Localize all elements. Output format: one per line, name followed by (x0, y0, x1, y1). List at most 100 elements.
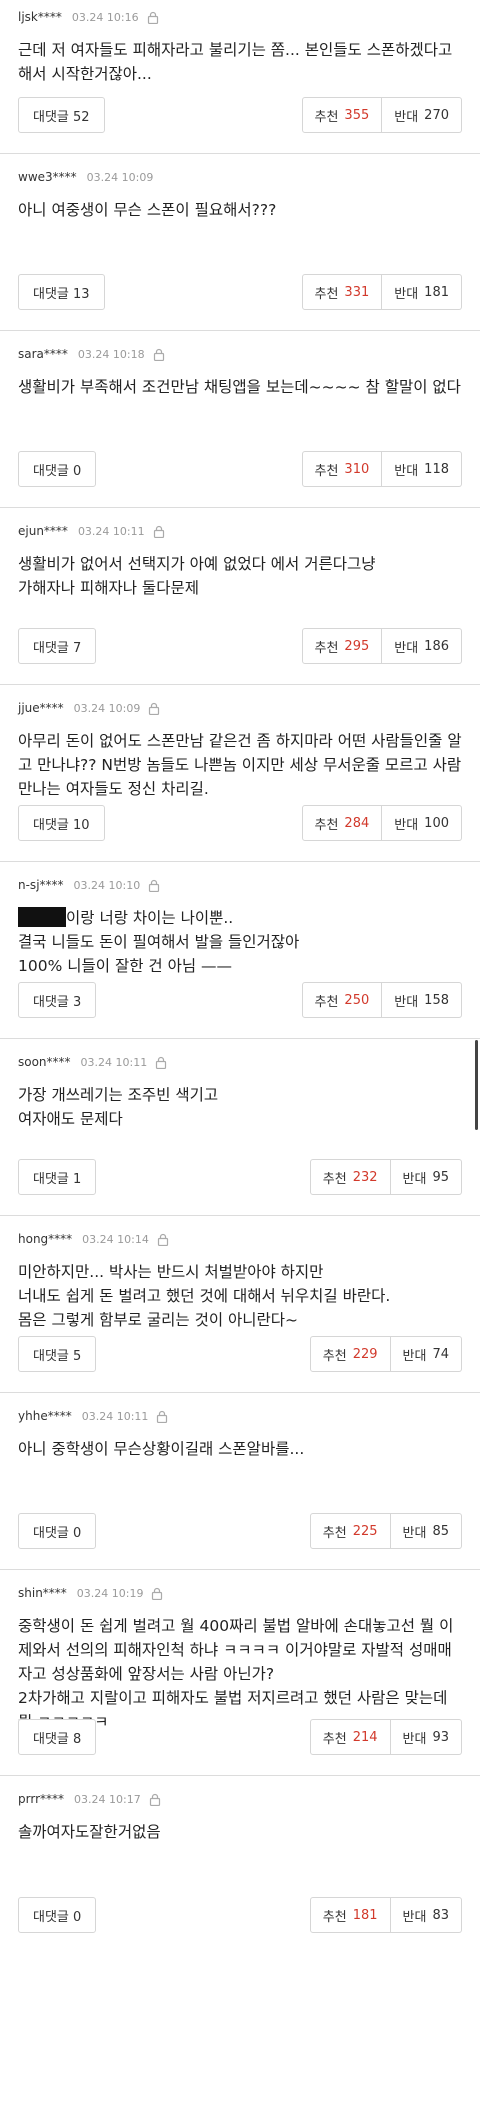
lock-icon[interactable] (149, 1793, 161, 1806)
comment-date: 03.24 10:09 (86, 170, 154, 184)
comment-author[interactable]: shin**** (18, 1586, 67, 1600)
comment-date: 03.24 10:16 (71, 10, 139, 24)
lock-icon[interactable] (153, 348, 165, 361)
downvote-count: 158 (424, 992, 449, 1008)
upvote-count: 284 (344, 815, 370, 831)
downvote-button[interactable]: 반대 85 (390, 1513, 462, 1549)
reply-button[interactable]: 대댓글 13 (18, 274, 105, 310)
downvote-button[interactable]: 반대 100 (382, 805, 462, 841)
upvote-button[interactable]: 추천 284 (301, 805, 383, 841)
downvote-label: 반대 (394, 817, 419, 833)
comment-author[interactable]: soon**** (18, 1055, 71, 1069)
reply-button[interactable]: 대댓글 8 (18, 1719, 97, 1755)
downvote-count: 100 (424, 815, 449, 831)
reply-button[interactable]: 대댓글 1 (18, 1159, 97, 1195)
comment-author[interactable]: wwe3**** (18, 170, 77, 184)
comment-meta: ejun**** 03.24 10:11 (18, 522, 462, 540)
reply-button[interactable]: 대댓글 5 (18, 1336, 97, 1372)
downvote-count: 270 (424, 107, 449, 123)
upvote-button[interactable]: 추천 310 (301, 451, 383, 487)
lock-icon[interactable] (155, 1056, 167, 1069)
upvote-label: 추천 (322, 1909, 347, 1925)
downvote-button[interactable]: 반대 95 (390, 1159, 462, 1195)
comment-author[interactable]: n-sj**** (18, 878, 64, 892)
comment-author[interactable]: yhhe**** (18, 1409, 72, 1423)
downvote-label: 반대 (402, 1171, 427, 1187)
comment-date: 03.24 10:17 (74, 1792, 141, 1806)
reply-button[interactable]: 대댓글 7 (18, 628, 97, 664)
upvote-button[interactable]: 추천 229 (309, 1336, 391, 1372)
downvote-button[interactable]: 반대 181 (382, 274, 462, 310)
comment-text: 아니 중학생이 무슨상황이길래 스폰알바를... (18, 1440, 305, 1458)
upvote-label: 추천 (322, 1525, 347, 1541)
downvote-button[interactable]: 반대 158 (382, 982, 462, 1018)
downvote-count: 85 (432, 1523, 449, 1539)
redaction-mask (18, 907, 66, 927)
comment-author[interactable]: prrr**** (18, 1792, 64, 1806)
lock-icon[interactable] (157, 1233, 169, 1246)
comment-actions: 대댓글 7 추천 295 반대 186 (18, 628, 462, 664)
downvote-button[interactable]: 반대 74 (390, 1336, 462, 1372)
reply-button[interactable]: 대댓글 10 (18, 805, 105, 841)
downvote-button[interactable]: 반대 93 (390, 1719, 462, 1755)
reply-button[interactable]: 대댓글 52 (18, 97, 105, 133)
comment-actions: 대댓글 0 추천 225 반대 85 (18, 1513, 462, 1549)
upvote-label: 추천 (322, 1348, 347, 1364)
upvote-label: 추천 (322, 1731, 347, 1747)
comment-meta: ljsk**** 03.24 10:16 (18, 8, 462, 26)
comment-date: 03.24 10:19 (76, 1586, 144, 1600)
upvote-count: 225 (352, 1523, 378, 1539)
downvote-label: 반대 (394, 109, 419, 125)
downvote-count: 181 (424, 284, 449, 300)
reply-button[interactable]: 대댓글 0 (18, 1513, 97, 1549)
upvote-button[interactable]: 추천 225 (309, 1513, 391, 1549)
comment-item: ljsk**** 03.24 10:16 근데 저 여자들도 피해자라고 불리기… (0, 0, 480, 154)
downvote-button[interactable]: 반대 118 (382, 451, 462, 487)
lock-icon[interactable] (156, 1410, 168, 1423)
upvote-button[interactable]: 추천 181 (309, 1897, 391, 1933)
comment-item: prrr**** 03.24 10:17 솔까여자도잘한거없음 대댓글 0 추천… (0, 1776, 480, 1953)
scrollbar-thumb[interactable] (475, 1040, 478, 1130)
lock-icon[interactable] (151, 1587, 163, 1600)
comment-author[interactable]: ejun**** (18, 524, 68, 538)
comment-item: ejun**** 03.24 10:11 생활비가 없어서 선택지가 아예 없었… (0, 508, 480, 685)
reply-button[interactable]: 대댓글 0 (18, 451, 97, 487)
comment-date: 03.24 10:11 (81, 1409, 149, 1423)
lock-icon[interactable] (147, 11, 159, 24)
upvote-button[interactable]: 추천 250 (301, 982, 383, 1018)
downvote-label: 반대 (402, 1731, 427, 1747)
comment-actions: 대댓글 0 추천 181 반대 83 (18, 1897, 462, 1933)
upvote-button[interactable]: 추천 214 (309, 1719, 391, 1755)
comment-item: n-sj**** 03.24 10:10 이랑 너랑 차이는 나이뿐.. 결국 니… (0, 862, 480, 1039)
comment-text: 근데 저 여자들도 피해자라고 불리기는 쫌... 본인들도 스폰하겠다고 해서… (18, 41, 453, 83)
comment-item: jjue**** 03.24 10:09 아무리 돈이 없어도 스폰만남 같은건… (0, 685, 480, 862)
upvote-label: 추천 (314, 109, 339, 125)
lock-icon[interactable] (148, 879, 160, 892)
reply-button[interactable]: 대댓글 0 (18, 1897, 97, 1933)
comment-date: 03.24 10:09 (73, 701, 141, 715)
reply-button[interactable]: 대댓글 3 (18, 982, 97, 1018)
lock-icon[interactable] (148, 702, 160, 715)
upvote-count: 310 (344, 461, 370, 477)
lock-icon[interactable] (153, 525, 165, 538)
downvote-button[interactable]: 반대 270 (382, 97, 462, 133)
comment-text: 생활비가 부족해서 조건만남 채팅앱을 보는데~~~~ 참 할말이 없다 (18, 378, 461, 396)
comment-meta: wwe3**** 03.24 10:09 (18, 168, 462, 186)
comment-author[interactable]: hong**** (18, 1232, 72, 1246)
comment-author[interactable]: ljsk**** (18, 10, 62, 24)
upvote-button[interactable]: 추천 355 (301, 97, 383, 133)
upvote-count: 214 (352, 1729, 378, 1745)
comment-author[interactable]: jjue**** (18, 701, 64, 715)
comment-actions: 대댓글 10 추천 284 반대 100 (18, 805, 462, 841)
comment-meta: hong**** 03.24 10:14 (18, 1230, 462, 1248)
comment-date: 03.24 10:18 (77, 347, 145, 361)
downvote-count: 186 (424, 638, 449, 654)
downvote-button[interactable]: 반대 83 (390, 1897, 462, 1933)
downvote-label: 반대 (394, 286, 419, 302)
downvote-button[interactable]: 반대 186 (382, 628, 462, 664)
upvote-button[interactable]: 추천 331 (301, 274, 383, 310)
upvote-button[interactable]: 추천 232 (309, 1159, 391, 1195)
upvote-button[interactable]: 추천 295 (301, 628, 383, 664)
comment-text: 이랑 너랑 차이는 나이뿐.. 결국 니들도 돈이 필여해서 발을 들인거잖아 1… (18, 906, 462, 978)
comment-author[interactable]: sara**** (18, 347, 68, 361)
